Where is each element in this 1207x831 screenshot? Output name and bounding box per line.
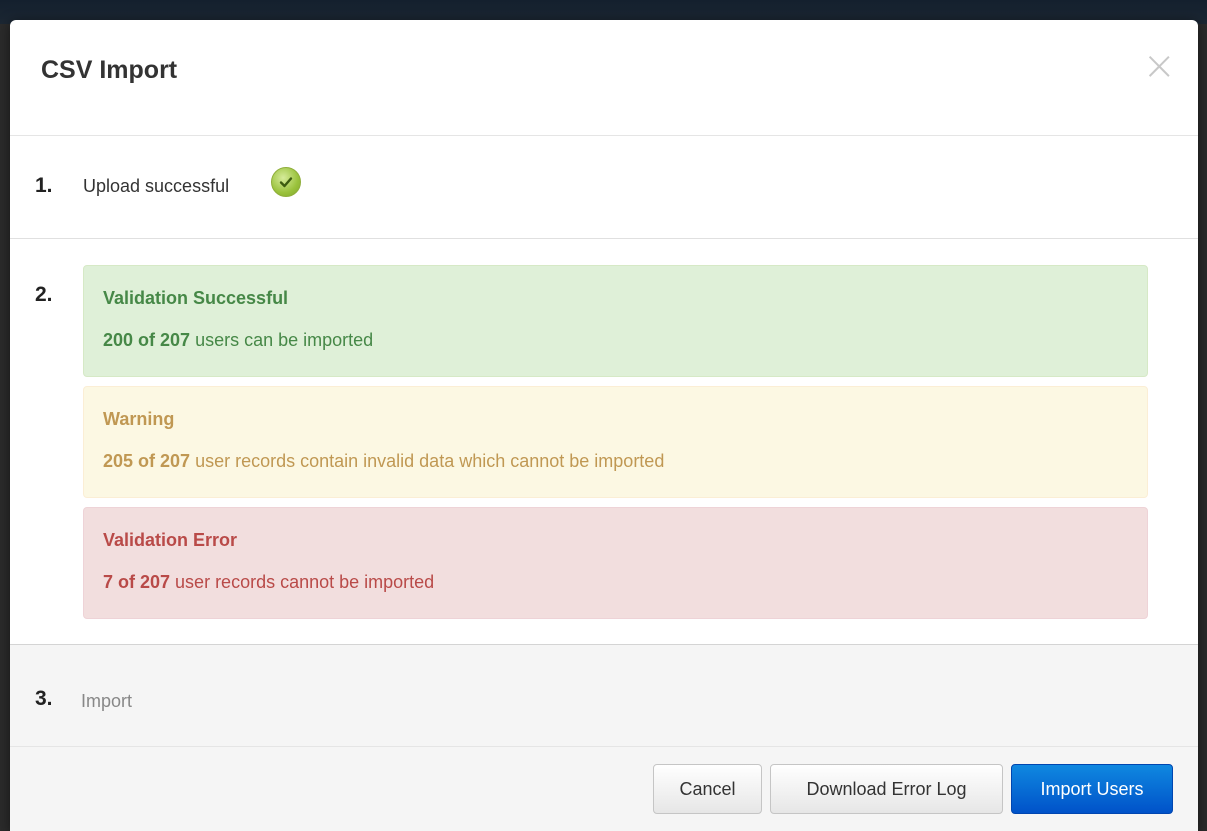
step-validation: 2. Validation Successful 200 of 207 user…	[10, 239, 1198, 645]
step-import: 3. Import	[10, 645, 1198, 747]
download-error-log-button[interactable]: Download Error Log	[770, 764, 1003, 814]
step-label: Upload successful	[83, 176, 230, 196]
alert-text: users can be imported	[190, 330, 374, 350]
alert-count: 205 of 207	[103, 451, 191, 471]
modal-footer: Cancel Download Error Log Import Users	[10, 747, 1198, 831]
step-number: 1.	[35, 174, 53, 197]
cancel-button[interactable]: Cancel	[653, 764, 762, 814]
csv-import-modal: CSV Import × 1. Upload successful 2. Val…	[10, 20, 1198, 831]
step-label: Import	[81, 691, 133, 711]
alert-count: 7 of 207	[103, 572, 171, 592]
step-number: 3.	[35, 687, 53, 710]
alert-text: user records cannot be imported	[170, 572, 435, 592]
step-upload: 1. Upload successful	[10, 136, 1198, 239]
alert-text: user records contain invalid data which …	[190, 451, 665, 471]
modal-header: CSV Import ×	[10, 20, 1198, 136]
warning-alert: Warning 205 of 207 user records contain …	[83, 386, 1148, 498]
validation-error-alert: Validation Error 7 of 207 user records c…	[83, 507, 1148, 619]
alert-message: 205 of 207 user records contain invalid …	[103, 451, 1128, 472]
alert-message: 7 of 207 user records cannot be imported	[103, 572, 1128, 593]
alert-title: Validation Successful	[103, 288, 289, 308]
alert-title: Warning	[103, 409, 175, 429]
modal-title: CSV Import	[41, 56, 178, 84]
check-icon	[271, 167, 301, 197]
alert-title: Validation Error	[103, 530, 238, 550]
alert-count: 200 of 207	[103, 330, 191, 350]
close-icon[interactable]: ×	[1142, 46, 1176, 86]
validation-success-alert: Validation Successful 200 of 207 users c…	[83, 265, 1148, 377]
step-number: 2.	[35, 283, 53, 306]
alert-message: 200 of 207 users can be imported	[103, 330, 1128, 351]
import-users-button[interactable]: Import Users	[1011, 764, 1173, 814]
